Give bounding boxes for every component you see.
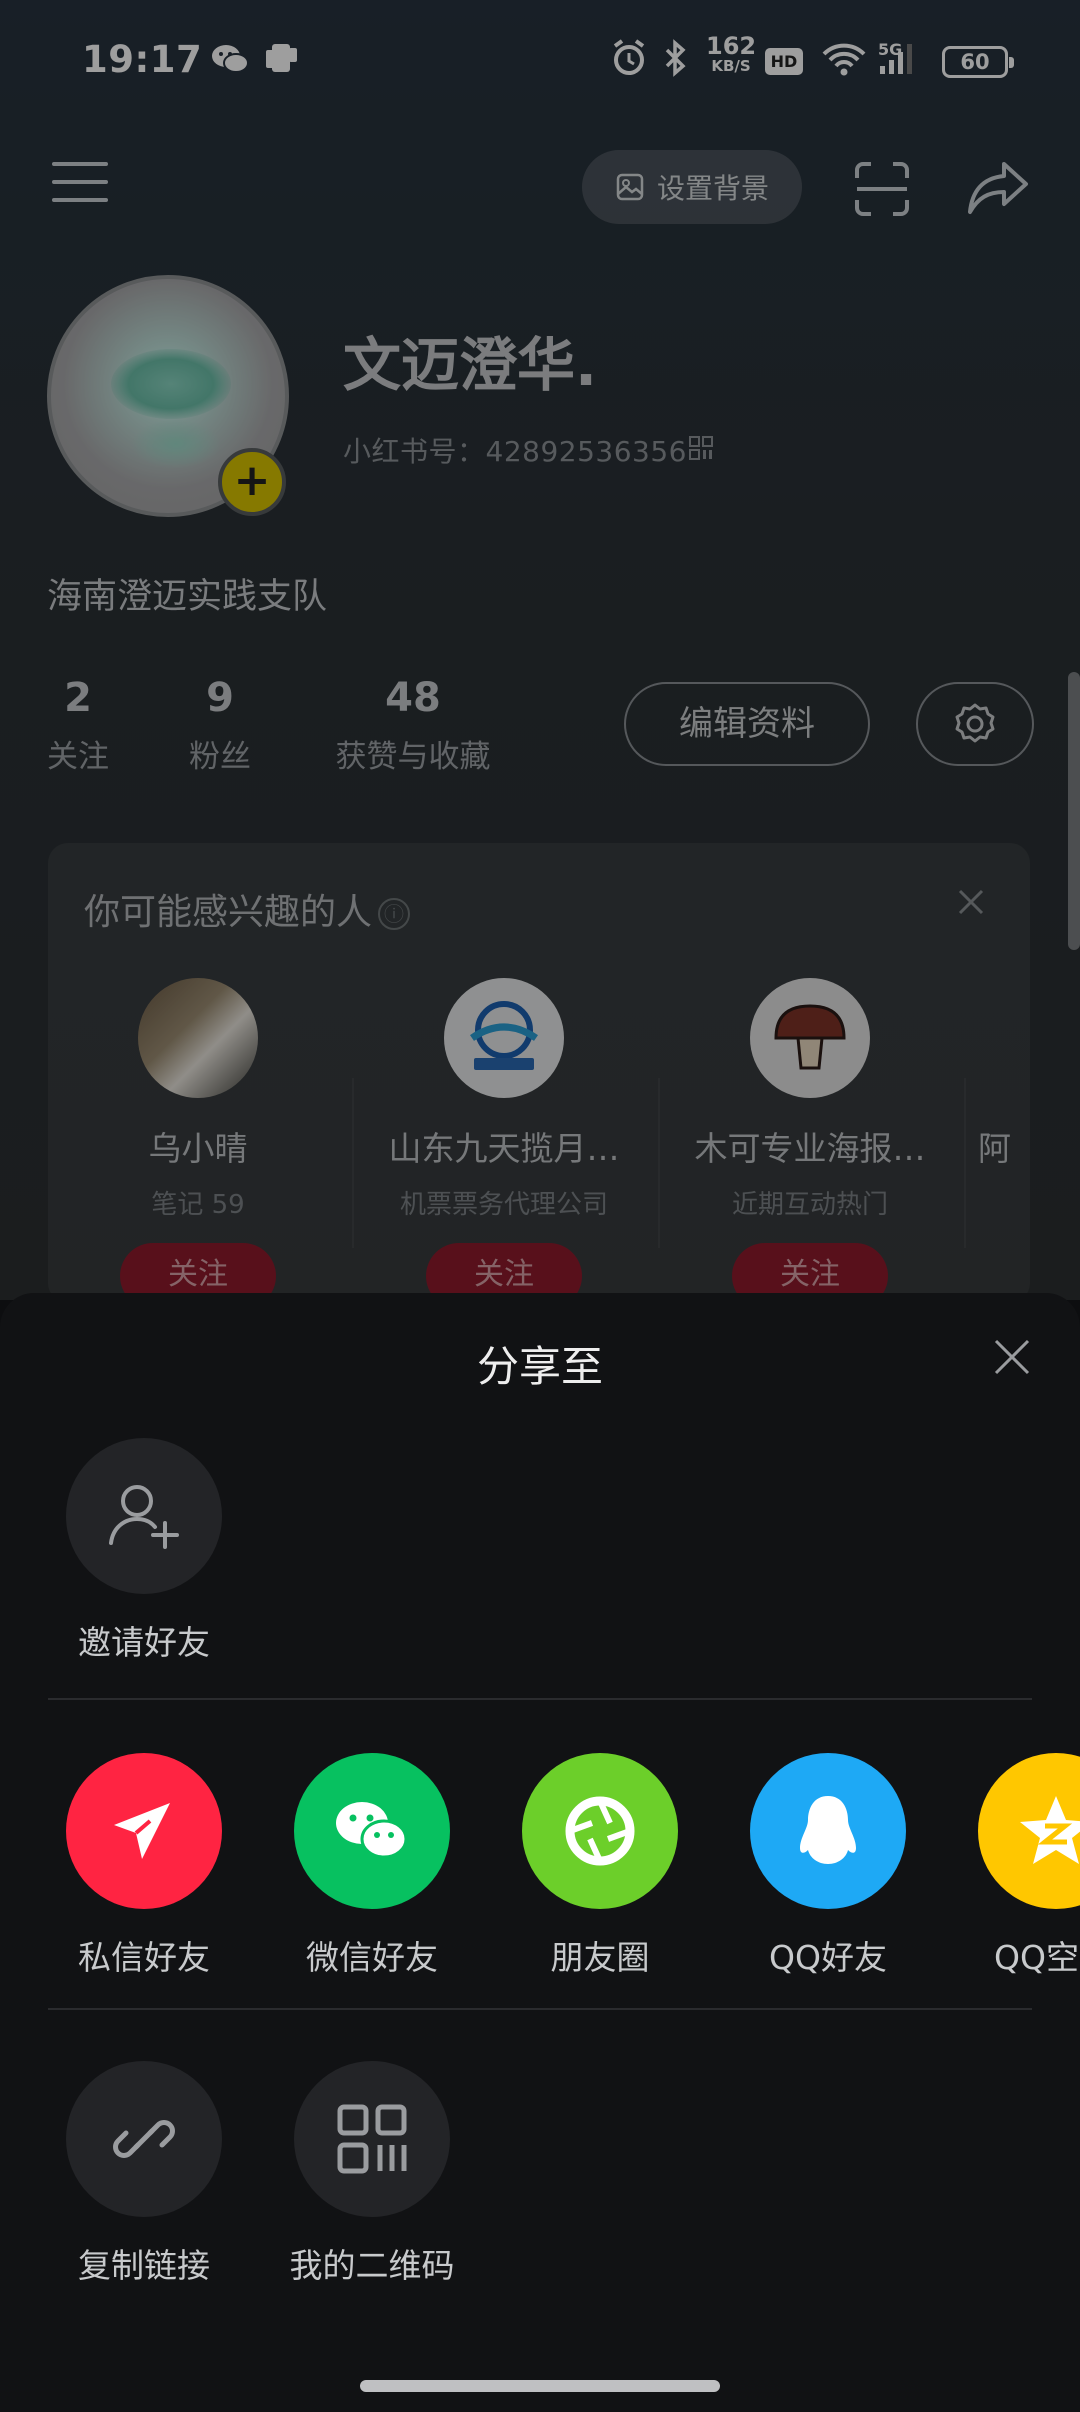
- my-qr-code-button[interactable]: 我的二维码: [282, 2061, 462, 2287]
- share-app-circle[interactable]: [66, 1753, 222, 1909]
- share-sheet-title: 分享至: [476, 1342, 603, 1391]
- share-direct-message-button[interactable]: 私信好友: [54, 1753, 234, 1979]
- action-circle[interactable]: [66, 2061, 222, 2217]
- share-app-circle[interactable]: [750, 1753, 906, 1909]
- home-indicator[interactable]: [360, 2380, 720, 2392]
- share-app-circle[interactable]: [978, 1753, 1080, 1909]
- qq-penguin-icon: [800, 1796, 856, 1864]
- action-circle[interactable]: [294, 2061, 450, 2217]
- share-qzone-button[interactable]: QQ空: [966, 1753, 1080, 1979]
- invite-friend-label: 邀请好友: [78, 1623, 210, 1662]
- moments-shutter-icon: [565, 1796, 635, 1866]
- divider: [48, 2008, 1032, 2010]
- share-app-label: QQ空: [994, 1938, 1079, 1977]
- qr-code-icon: [337, 2104, 407, 2174]
- action-label: 复制链接: [78, 2246, 210, 2285]
- share-moments-button[interactable]: 朋友圈: [510, 1753, 690, 1979]
- share-sheet: 分享至 邀请好友 私信好友 微信好友 朋友圈 QQ好友 QQ空 复制链接 我的二…: [0, 1293, 1080, 2412]
- action-label: 我的二维码: [289, 2246, 455, 2285]
- invite-friend-button[interactable]: 邀请好友: [54, 1438, 234, 1664]
- divider: [48, 1698, 1032, 1700]
- add-user-icon: [109, 1485, 179, 1549]
- invite-friend-circle[interactable]: [66, 1438, 222, 1594]
- share-app-circle[interactable]: [522, 1753, 678, 1909]
- share-app-label: 私信好友: [78, 1938, 210, 1977]
- share-app-circle[interactable]: [294, 1753, 450, 1909]
- link-icon: [113, 2120, 175, 2158]
- close-icon[interactable]: [992, 1337, 1032, 1377]
- share-wechat-button[interactable]: 微信好友: [282, 1753, 462, 1979]
- share-app-label: 朋友圈: [550, 1938, 650, 1977]
- paper-plane-icon: [114, 1803, 170, 1859]
- qzone-star-icon: [1020, 1796, 1080, 1864]
- share-app-label: 微信好友: [306, 1938, 438, 1977]
- wechat-icon: [336, 1802, 408, 1859]
- modal-overlay[interactable]: [0, 0, 1080, 1300]
- share-app-label: QQ好友: [769, 1938, 887, 1977]
- share-qq-button[interactable]: QQ好友: [738, 1753, 918, 1979]
- copy-link-button[interactable]: 复制链接: [54, 2061, 234, 2287]
